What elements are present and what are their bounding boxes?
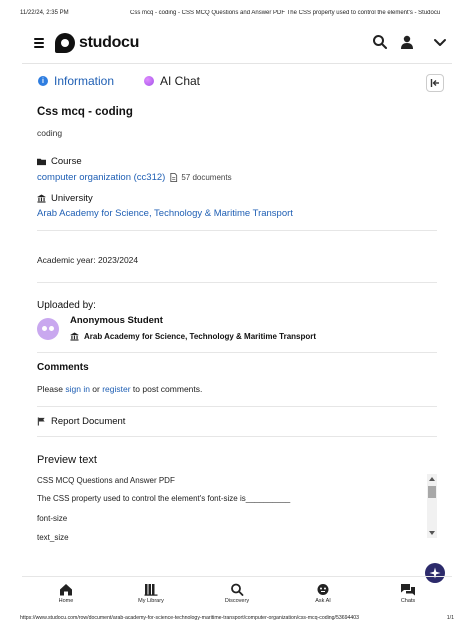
collapse-icon [430,79,439,87]
logo-mark-icon [55,33,75,53]
divider [37,230,437,231]
user-icon[interactable] [399,34,415,50]
comments-title: Comments [37,362,89,373]
home-icon [60,584,72,596]
divider [37,282,437,283]
info-icon: i [38,76,48,86]
print-header: 11/22/24, 2:35 PM Css mcq - coding - CSS… [20,10,454,20]
bottom-navigation: Home My Library Discovery Ask AI Chats [22,576,452,610]
top-bar: studocu [22,22,452,64]
university-icon [70,332,79,341]
nav-chats-label: Chats [400,598,416,604]
print-url: https://www.studocu.com/row/document/ara… [20,615,360,621]
uploader-name[interactable]: Anonymous Student [70,315,163,326]
university-label-text: University [51,193,93,204]
academic-year: Academic year: 2023/2024 [37,255,139,265]
university-link[interactable]: Arab Academy for Science, Technology & M… [37,208,437,219]
comments-suffix: to post comments. [130,384,203,394]
print-date: 11/22/24, 2:35 PM [20,10,69,16]
tab-information[interactable]: i Information [38,74,114,88]
comments-prompt: Please sign in or register to post comme… [37,384,437,394]
folder-icon [37,158,46,166]
print-title: Css mcq - coding - CSS MCQ Questions and… [130,10,441,16]
course-link[interactable]: computer organization (cc312) [37,172,165,183]
scrollbar-thumb[interactable] [428,486,436,498]
discovery-icon [231,583,244,596]
nav-my-library[interactable]: My Library [121,583,181,604]
ai-chat-icon [144,76,154,86]
sign-in-link[interactable]: sign in [65,384,90,394]
report-document-label: Report Document [51,416,126,427]
comments-prefix: Please [37,384,66,394]
studocu-logo[interactable]: studocu [55,32,139,54]
menu-icon[interactable] [34,38,44,48]
scroll-up-icon[interactable] [429,477,435,481]
uploader-university[interactable]: Arab Academy for Science, Technology & M… [70,332,316,341]
library-icon [144,584,158,596]
preview-line: CSS MCQ Questions and Answer PDF [37,476,175,485]
tab-ai-chat-label: AI Chat [160,74,201,88]
university-label: University [37,193,437,204]
preview-title: Preview text [37,454,97,466]
nav-home-label: Home [58,598,74,604]
flag-icon [37,417,45,426]
nav-my-library-label: My Library [138,598,164,604]
sidebar-tabs: i Information AI Chat [38,74,444,96]
nav-ask-ai-label: Ask AI [315,598,331,604]
chats-icon [401,584,415,596]
nav-ask-ai[interactable]: Ask AI [293,583,353,604]
print-page-number: 1/1 [446,615,454,621]
logo-text: studocu [79,34,140,51]
course-label: Course [37,156,437,167]
preview-text-box[interactable]: CSS MCQ Questions and Answer PDF The CSS… [37,472,437,542]
preview-line: The CSS property used to control the ele… [37,494,291,503]
nav-discovery[interactable]: Discovery [207,583,267,604]
divider [37,436,437,437]
uploader-university-text: Arab Academy for Science, Technology & M… [84,332,317,341]
nav-home[interactable]: Home [36,583,96,604]
tab-ai-chat[interactable]: AI Chat [144,74,200,88]
scroll-down-icon[interactable] [429,531,435,535]
course-row: computer organization (cc312) 57 documen… [37,172,437,183]
document-subtitle: coding [37,128,63,138]
collapse-panel-button[interactable] [426,74,444,92]
ask-ai-icon [317,584,329,595]
uploaded-by-heading: Uploaded by: [37,300,96,311]
tab-information-label: Information [54,74,115,88]
document-title: Css mcq - coding [37,106,133,118]
divider [37,352,437,353]
document-icon [170,173,178,182]
preview-line: text_size [37,533,69,542]
avatar[interactable] [37,318,59,340]
chevron-down-icon[interactable] [432,34,448,50]
nav-discovery-label: Discovery [224,598,250,604]
course-docs-count: 57 documents [169,173,232,182]
course-label-text: Course [51,156,82,167]
course-docs-text: 57 documents [181,173,232,182]
preview-scrollbar[interactable] [427,474,437,538]
nav-chats[interactable]: Chats [378,583,438,604]
university-icon [37,194,46,203]
search-icon[interactable] [372,34,388,50]
register-link[interactable]: register [102,384,130,394]
divider [37,406,437,407]
report-document-button[interactable]: Report Document [37,416,437,427]
comments-middle: or [89,384,103,394]
preview-line: font-size [37,514,68,523]
